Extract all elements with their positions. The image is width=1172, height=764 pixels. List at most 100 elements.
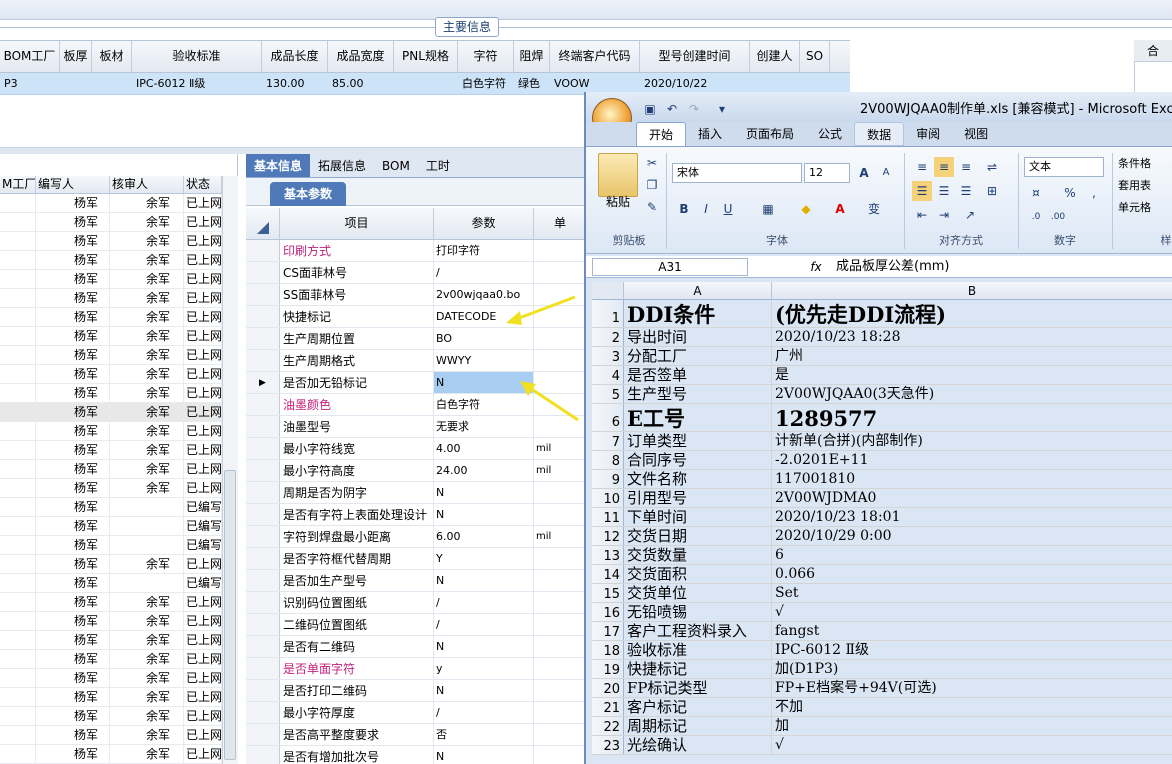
list-item[interactable]: 杨军 余军 已上网 [0,707,222,726]
cell[interactable]: -2.0201E+11 [772,451,1172,469]
list-item[interactable]: 杨军 余军 已上网 [0,650,222,669]
list-item[interactable]: 杨军 余军 已上网 [0,270,222,289]
grid-header-cell[interactable]: 阻焊 [514,41,550,72]
row-number[interactable]: 21 [592,698,624,716]
cut-icon[interactable]: ✂ [642,153,662,173]
currency-icon[interactable]: ¤ [1026,183,1046,203]
list-item[interactable]: 杨军 余军 已上网 [0,745,222,764]
align-left-icon[interactable]: ☰ [912,181,932,201]
cell[interactable]: √ [772,736,1172,754]
name-box[interactable]: A31 [592,258,748,276]
cell[interactable]: 文件名称 [624,470,772,488]
param-value[interactable]: 打印字符 [434,240,534,261]
grow-font-icon[interactable]: A [854,163,874,183]
param-row[interactable]: 最小字符线宽 4.00 mil [246,438,586,460]
cell[interactable]: 导出时间 [624,328,772,346]
grid-header-cell[interactable]: 成品宽度 [328,41,394,72]
cell[interactable]: DDI条件 [624,300,772,327]
param-row[interactable]: 是否字符框代替周期 Y [246,548,586,570]
cell[interactable]: 合同序号 [624,451,772,469]
list-item[interactable]: 杨军 余军 已上网 [0,593,222,612]
decrease-indent-icon[interactable]: ⇤ [912,205,932,225]
param-value[interactable]: / [434,592,534,613]
cell[interactable]: 2020/10/23 18:01 [772,508,1172,526]
save-icon[interactable]: ▣ [640,99,660,119]
fill-color-icon[interactable]: ◆ [796,199,816,219]
row-number[interactable]: 2 [592,328,624,346]
param-value[interactable]: / [434,702,534,723]
list-item[interactable]: 杨军 已编写 [0,498,222,517]
grid-header-cell[interactable]: 创建人 [750,41,800,72]
ribbon-tab[interactable]: 插入 [686,122,734,146]
cell[interactable]: 2020/10/23 18:28 [772,328,1172,346]
left-list-header-cell[interactable]: 编写人 [36,176,110,193]
ribbon-tab[interactable]: 开始 [636,122,687,146]
grid-cell[interactable]: VOOW [550,73,640,94]
list-item[interactable]: 杨军 余军 已上网 [0,460,222,479]
grid-header-cell[interactable]: 型号创建时间 [640,41,750,72]
merge-cells-icon[interactable]: ⊞ [982,181,1002,201]
conditional-format-button[interactable]: 条件格 [1118,155,1172,171]
cell[interactable]: E工号 [624,404,772,431]
cell[interactable]: IPC-6012 Ⅱ级 [772,641,1172,659]
cell[interactable]: 下单时间 [624,508,772,526]
list-item[interactable]: 杨军 余军 已上网 [0,365,222,384]
param-row[interactable]: 是否有增加批次号 N [246,746,586,764]
paste-icon[interactable] [598,153,638,197]
cell[interactable]: 2V00WJQAA0(3天急件) [772,385,1172,403]
align-right-icon[interactable]: ☰ [956,181,976,201]
grid-cell[interactable]: IPC-6012 Ⅱ级 [132,73,262,94]
align-middle-icon[interactable]: ≡ [934,157,954,177]
grid-cell[interactable]: 85.00 [328,73,394,94]
grid-header-cell[interactable]: 验收标准 [132,41,262,72]
tab-extended[interactable]: 拓展信息 [310,154,374,177]
phonetic-icon[interactable]: 变 [864,199,884,219]
cell[interactable]: 交货数量 [624,546,772,564]
cell[interactable]: 1289577 [772,404,1172,431]
param-row[interactable]: 印刷方式 打印字符 [246,240,586,262]
formula-content[interactable]: 成品板厚公差(mm) [836,258,1172,276]
cell[interactable]: 加 [772,717,1172,735]
cell[interactable]: 交货日期 [624,527,772,545]
row-number[interactable]: 15 [592,584,624,602]
font-size-select[interactable]: 12 [804,163,850,183]
ribbon-tab[interactable]: 公式 [806,122,854,146]
cell[interactable]: 周期标记 [624,717,772,735]
cell[interactable]: 2020/10/29 0:00 [772,527,1172,545]
list-item[interactable]: 杨军 余军 已上网 [0,213,222,232]
row-number[interactable]: 6 [592,404,624,431]
param-row[interactable]: 最小字符厚度 / [246,702,586,724]
grid-cell[interactable]: 2020/10/22 [640,73,750,94]
param-row[interactable]: 最小字符高度 24.00 mil [246,460,586,482]
font-color-icon[interactable]: A [830,199,850,219]
row-number[interactable]: 9 [592,470,624,488]
cell[interactable]: Set [772,584,1172,602]
undo-icon[interactable]: ↶ [662,99,682,119]
cell[interactable]: 验收标准 [624,641,772,659]
cell-styles-button[interactable]: 单元格 [1118,199,1172,215]
orientation-icon[interactable]: ↗ [960,205,980,225]
cell[interactable]: 117001810 [772,470,1172,488]
cell[interactable]: 生产型号 [624,385,772,403]
grid-header-cell[interactable]: PNL规格 [394,41,458,72]
cell[interactable]: 客户标记 [624,698,772,716]
cell[interactable]: fangst [772,622,1172,640]
main-group-title[interactable]: 主要信息 [435,17,499,37]
cell[interactable]: 引用型号 [624,489,772,507]
param-row[interactable]: 字符到焊盘最小距离 6.00 mil [246,526,586,548]
left-list-header-cell[interactable]: 核审人 [110,176,184,193]
insert-function-icon[interactable]: fx [806,258,826,276]
list-item[interactable]: 杨军 余军 已上网 [0,688,222,707]
tab-hours[interactable]: 工时 [418,154,458,177]
comma-icon[interactable]: , [1084,183,1104,203]
list-item[interactable]: 杨军 余军 已上网 [0,726,222,745]
grid-cell[interactable]: 130.00 [262,73,328,94]
list-item[interactable]: 杨军 余军 已上网 [0,631,222,650]
cell[interactable]: FP标记类型 [624,679,772,697]
cell[interactable]: 无铅喷锡 [624,603,772,621]
grid-header-cell[interactable]: 板材 [92,41,132,72]
select-all-corner[interactable] [592,282,624,299]
list-item[interactable]: 杨军 已编写 [0,517,222,536]
row-number[interactable]: 10 [592,489,624,507]
param-row[interactable]: CS面菲林号 / [246,262,586,284]
